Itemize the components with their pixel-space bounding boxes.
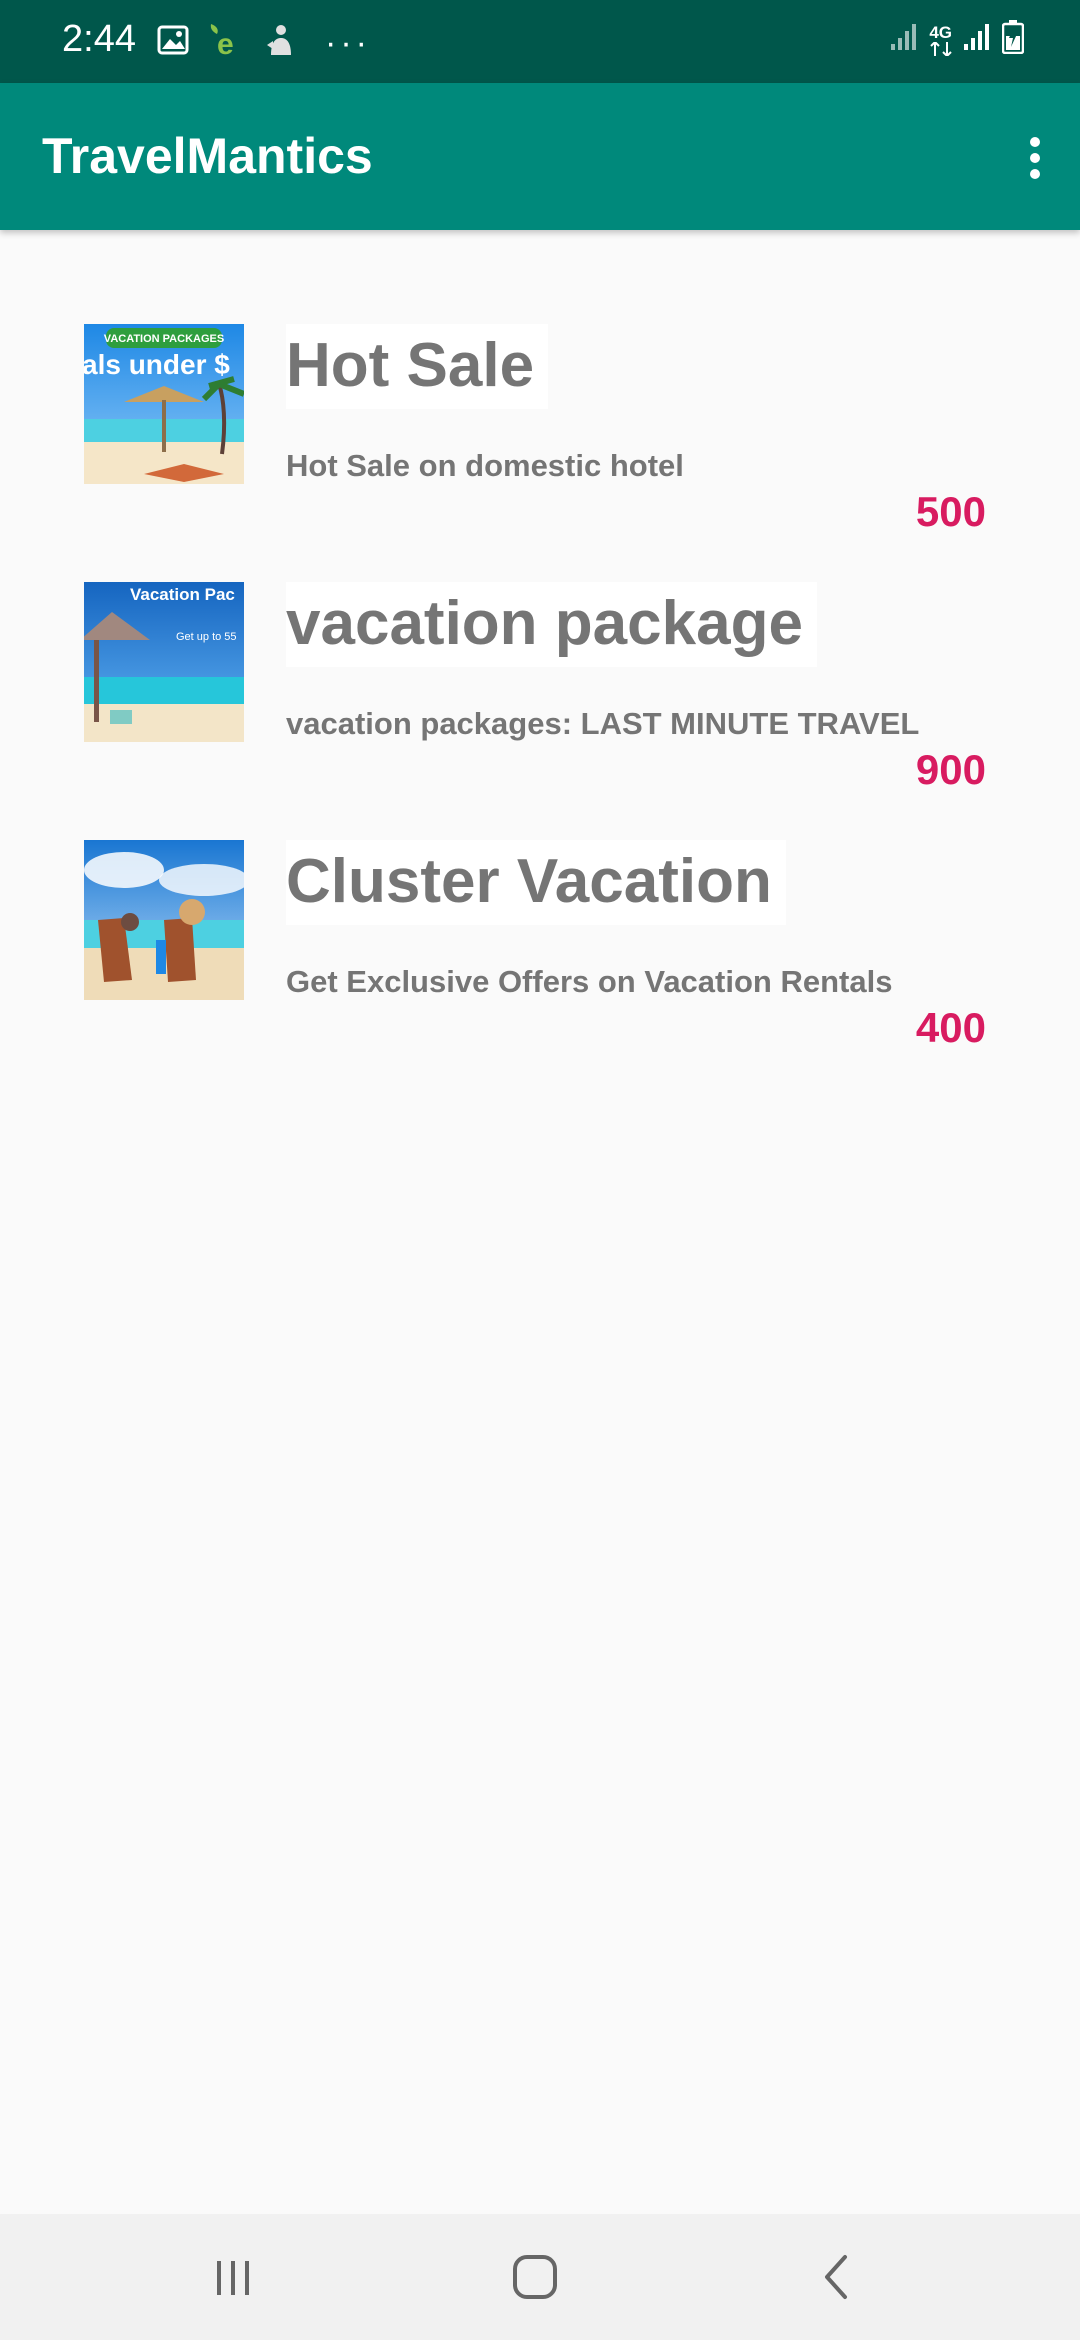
network-label: 4G <box>929 22 952 42</box>
home-icon[interactable] <box>495 2244 575 2310</box>
app-bar: TravelMantics <box>0 83 1080 230</box>
battery-charging-icon <box>1001 20 1025 59</box>
menu-dot <box>1030 153 1040 163</box>
deal-price: 400 <box>915 1004 986 1051</box>
deal-thumbnail <box>84 840 244 1000</box>
deal-description: Hot Sale on domestic hotel <box>286 448 684 483</box>
status-time: 2:44 <box>62 18 136 60</box>
signal-icon <box>962 22 992 57</box>
status-icons-right: 4G <box>889 20 1025 59</box>
deal-thumbnail: Vacation Pac Get up to 55 <box>84 582 244 742</box>
thumb-banner: VACATION PACKAGES <box>104 333 224 345</box>
thumb-banner: Vacation Pac <box>130 585 235 604</box>
deal-description: vacation packages: LAST MINUTE TRAVEL <box>286 706 920 741</box>
deal-title: Cluster Vacation <box>286 840 786 925</box>
system-nav-bar <box>0 2214 1080 2340</box>
back-icon[interactable] <box>797 2244 877 2310</box>
menu-dot <box>1030 169 1040 179</box>
sync-person-icon <box>265 23 295 62</box>
status-bar: 2:44 e ··· 4G <box>0 0 1080 83</box>
thumb-text: Get up to 55 <box>176 631 237 643</box>
4g-icon: 4G <box>929 22 952 56</box>
app-title: TravelMantics <box>42 128 373 184</box>
more-dots-icon: ··· <box>325 23 371 62</box>
deal-title: Hot Sale <box>286 324 549 409</box>
signal-icon <box>889 22 919 57</box>
status-icons-left: e ··· <box>157 22 371 63</box>
deal-thumbnail: VACATION PACKAGES als under $ <box>84 324 244 484</box>
deal-item[interactable]: VACATION PACKAGES als under $ Hot Sale H… <box>0 230 1080 535</box>
deal-description: Get Exclusive Offers on Vacation Rentals <box>286 964 893 999</box>
menu-dot <box>1030 137 1040 147</box>
deal-list: VACATION PACKAGES als under $ Hot Sale H… <box>0 230 1080 1051</box>
thumb-text: als under $ <box>84 349 230 380</box>
overflow-menu-icon[interactable] <box>1010 123 1060 193</box>
deal-title: vacation package <box>286 582 817 667</box>
recent-apps-icon[interactable] <box>193 2244 273 2310</box>
deal-item[interactable]: Cluster Vacation Get Exclusive Offers on… <box>0 746 1080 1051</box>
svg-text:e: e <box>217 28 234 58</box>
e-app-icon: e <box>207 22 247 63</box>
image-icon <box>157 24 189 61</box>
deal-item[interactable]: Vacation Pac Get up to 55 vacation packa… <box>0 488 1080 793</box>
